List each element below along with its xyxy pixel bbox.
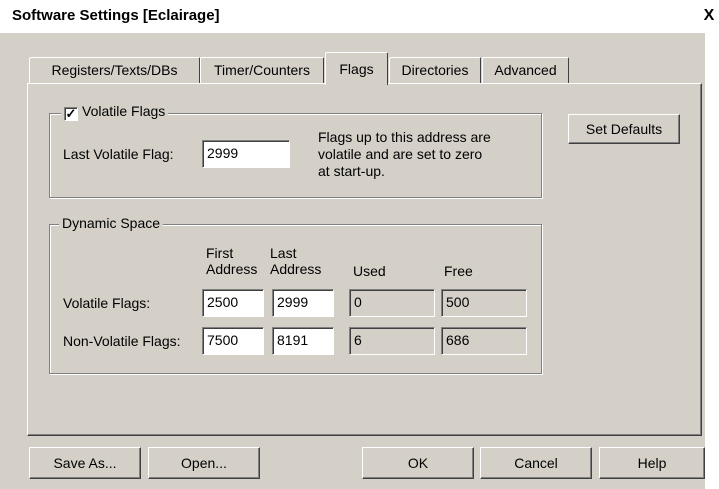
tab-label: Flags <box>339 61 374 77</box>
help-button[interactable]: Help <box>599 447 705 479</box>
first-address-header: First Address <box>206 245 257 277</box>
cancel-button[interactable]: Cancel <box>480 447 592 479</box>
non-volatile-last-address-input[interactable]: 8191 <box>272 327 334 355</box>
non-volatile-used-field: 6 <box>349 327 435 355</box>
non-volatile-first-address-input[interactable]: 7500 <box>202 327 264 355</box>
non-volatile-free-field: 686 <box>441 327 527 355</box>
ok-button[interactable]: OK <box>362 447 474 479</box>
set-defaults-button[interactable]: Set Defaults <box>568 114 680 144</box>
last-volatile-flag-label: Last Volatile Flag: <box>63 146 174 162</box>
non-volatile-flags-row-label: Non-Volatile Flags: <box>63 333 181 349</box>
close-icon[interactable]: X <box>700 6 718 26</box>
header-line: Last <box>270 245 297 261</box>
open-button[interactable]: Open... <box>148 447 260 479</box>
tab-flags[interactable]: Flags <box>325 52 388 85</box>
volatile-flags-checkbox[interactable]: ✓ <box>64 107 78 121</box>
tab-label: Registers/Texts/DBs <box>51 62 178 78</box>
window-title: Software Settings [Eclairage] <box>12 7 220 24</box>
header-line: Address <box>270 261 322 277</box>
volatile-flags-label: Volatile Flags <box>82 103 166 119</box>
title-bar: Software Settings [Eclairage] X <box>0 0 719 33</box>
check-icon: ✓ <box>65 106 77 121</box>
tab-directories[interactable]: Directories <box>389 57 481 83</box>
last-volatile-flag-input[interactable]: 2999 <box>202 140 290 168</box>
tab-registers-texts-dbs[interactable]: Registers/Texts/DBs <box>29 57 200 83</box>
tab-timer-counters[interactable]: Timer/Counters <box>200 57 324 83</box>
header-line: First <box>206 245 234 261</box>
note-line: at start-up. <box>318 163 385 179</box>
save-as-button[interactable]: Save As... <box>29 447 141 479</box>
header-line: Address <box>206 261 258 277</box>
volatile-last-address-input[interactable]: 2999 <box>272 289 334 317</box>
volatile-first-address-input[interactable]: 2500 <box>202 289 264 317</box>
volatile-flags-legend: ✓ Volatile Flags <box>61 103 169 121</box>
volatile-flags-row-label: Volatile Flags: <box>63 295 151 311</box>
settings-dialog: Software Settings [Eclairage] X Register… <box>0 0 719 489</box>
dynamic-space-legend: Dynamic Space <box>59 215 164 231</box>
tab-label: Timer/Counters <box>214 62 310 78</box>
note-line: Flags up to this address are <box>318 129 491 145</box>
volatile-flags-note: Flags up to this address are volatile an… <box>318 129 491 180</box>
window-edge <box>705 33 719 489</box>
volatile-used-field: 0 <box>349 289 435 317</box>
tab-label: Advanced <box>494 62 557 78</box>
tab-advanced[interactable]: Advanced <box>482 57 569 83</box>
used-header: Used <box>353 263 386 279</box>
tab-label: Directories <box>401 62 469 78</box>
last-address-header: Last Address <box>270 245 321 277</box>
note-line: volatile and are set to zero <box>318 146 483 162</box>
volatile-free-field: 500 <box>441 289 527 317</box>
free-header: Free <box>444 263 473 279</box>
